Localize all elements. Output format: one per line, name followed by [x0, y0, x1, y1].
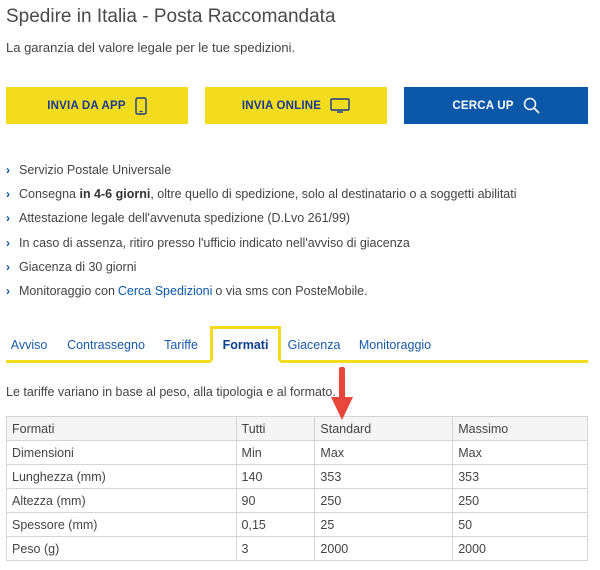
tab-avviso[interactable]: Avviso — [6, 326, 52, 363]
search-icon — [523, 97, 540, 114]
table-cell: Altezza (mm) — [6, 488, 237, 513]
chevron-right-icon: › — [6, 163, 10, 178]
table-row: Lunghezza (mm) 140 353 353 — [6, 464, 588, 489]
chevron-right-icon: › — [6, 259, 10, 274]
table-cell: Lunghezza (mm) — [6, 464, 237, 489]
feature-item: › Monitoraggio con Cerca Spedizioni o via … — [6, 284, 368, 299]
cerca-up-label: CERCA UP — [452, 99, 514, 112]
chevron-right-icon: › — [6, 187, 10, 202]
tab-monitoraggio[interactable]: Monitoraggio — [354, 326, 436, 363]
feature-item: › In caso di assenza, ritiro presso l'uf… — [6, 235, 410, 250]
table-cell: Min — [235, 440, 316, 465]
monitor-icon — [330, 98, 350, 113]
page-title: Spedire in Italia - Posta Raccomandata — [6, 6, 336, 27]
table-cell: 250 — [452, 488, 588, 513]
table-cell: 3 — [235, 536, 316, 561]
table-row: Peso (g) 3 2000 2000 — [6, 536, 588, 561]
smartphone-icon — [135, 96, 147, 115]
table-header-row: Formati Tutti Standard Massimo — [6, 416, 588, 441]
tab-giacenza[interactable]: Giacenza — [285, 326, 343, 363]
features-list: › Servizio Postale Universale › Consegna… — [6, 158, 517, 303]
feature-item: › Consegna in 4-6 giorni, oltre quello d… — [6, 187, 517, 202]
chevron-right-icon: › — [6, 235, 10, 250]
table-cell: Peso (g) — [6, 536, 237, 561]
feature-item: › Servizio Postale Universale — [6, 163, 172, 178]
page-subtitle: La garanzia del valore legale per le tue… — [6, 40, 296, 55]
chevron-right-icon: › — [6, 284, 10, 299]
tab-formati[interactable]: Formati — [210, 326, 281, 363]
cerca-spedizioni-link[interactable]: Cerca Spedizioni — [118, 284, 213, 298]
feature-item: › Giacenza di 30 giorni — [6, 259, 137, 274]
table-cell: 2000 — [314, 536, 454, 561]
invia-online-label: INVIA ONLINE — [241, 99, 322, 112]
tariff-note: Le tariffe variano in base al peso, alla… — [6, 385, 336, 399]
table-cell: 90 — [235, 488, 316, 513]
table-cell: Max — [314, 440, 454, 465]
table-cell: 353 — [314, 464, 454, 489]
table-row: Spessore (mm) 0,15 25 50 — [6, 512, 588, 537]
table-row: Altezza (mm) 90 250 250 — [6, 488, 588, 513]
table-cell: 140 — [235, 464, 316, 489]
table-cell: Dimensioni — [6, 440, 237, 465]
tab-contrassegno[interactable]: Contrassegno — [62, 326, 150, 363]
table-cell: Spessore (mm) — [6, 512, 237, 537]
down-arrow-annotation — [331, 367, 353, 420]
feature-item: › Attestazione legale dell'avvenuta sped… — [6, 211, 351, 226]
column-header: Formati — [6, 416, 237, 441]
table-cell: 2000 — [452, 536, 588, 561]
formats-table: Formati Tutti Standard Massimo Dimension… — [6, 416, 588, 561]
tab-tariffe[interactable]: Tariffe — [158, 326, 204, 363]
tab-bar: Avviso Contrassegno Tariffe Formati Giac… — [6, 326, 588, 363]
column-header: Tutti — [235, 416, 316, 441]
chevron-right-icon: › — [6, 211, 10, 226]
table-cell: 250 — [314, 488, 454, 513]
table-cell: Max — [452, 440, 588, 465]
invia-da-app-button[interactable]: INVIA DA APP — [6, 87, 188, 124]
invia-online-button[interactable]: INVIA ONLINE — [205, 87, 387, 124]
cerca-up-button[interactable]: CERCA UP — [404, 87, 588, 124]
table-cell: 0,15 — [235, 512, 316, 537]
table-row: Dimensioni Min Max Max — [6, 440, 588, 465]
table-cell: 25 — [314, 512, 454, 537]
table-cell: 50 — [452, 512, 588, 537]
table-cell: 353 — [452, 464, 588, 489]
invia-da-app-label: INVIA DA APP — [47, 99, 126, 112]
column-header: Massimo — [452, 416, 588, 441]
